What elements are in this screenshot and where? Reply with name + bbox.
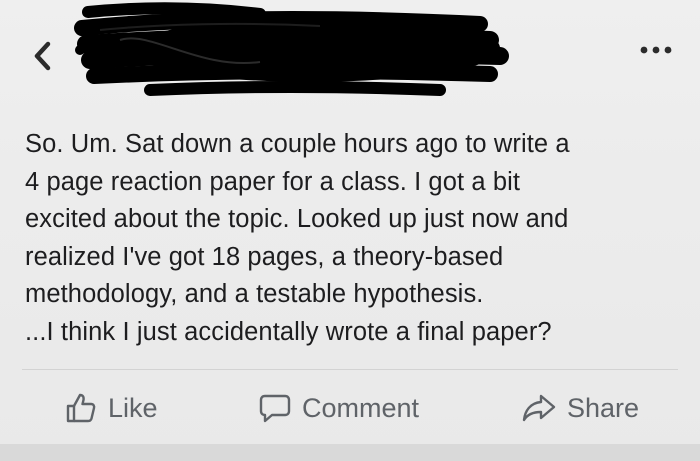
comment-label: Comment — [302, 392, 420, 423]
back-button[interactable] — [28, 36, 58, 76]
like-button[interactable]: Like — [64, 380, 158, 436]
more-options-button[interactable] — [636, 40, 676, 60]
post-text-line: ...I think I just accidentally wrote a f… — [25, 317, 552, 346]
like-label: Like — [108, 392, 158, 423]
comment-button[interactable]: Comment — [258, 380, 419, 436]
redacted-author-scribble — [74, 2, 509, 96]
post-header — [0, 0, 700, 112]
post-bottom-separator — [0, 444, 700, 461]
post-text-line: 4 page reaction paper for a class. I got… — [25, 167, 521, 196]
post-text: So. Um. Sat down a couple hours ago to w… — [25, 126, 685, 351]
post-screen: So. Um. Sat down a couple hours ago to w… — [0, 0, 700, 461]
post-text-line: realized I've got 18 pages, a theory-bas… — [25, 242, 504, 271]
ellipsis-icon — [640, 46, 672, 54]
comment-bubble-icon — [259, 394, 291, 423]
post-actions-bar: Like Comment Share — [0, 380, 700, 436]
post-text-line: excited about the topic. Looked up just … — [25, 205, 569, 233]
post-text-line: So. Um. Sat down a couple hours ago to w… — [25, 130, 570, 158]
actions-divider — [22, 369, 678, 370]
thumbs-up-icon — [66, 393, 96, 423]
share-button[interactable]: Share — [521, 380, 639, 436]
share-arrow-icon — [522, 394, 556, 422]
share-label: Share — [567, 392, 640, 423]
post-text-line: methodology, and a testable hypothesis. — [25, 280, 484, 308]
chevron-left-icon — [34, 41, 51, 71]
